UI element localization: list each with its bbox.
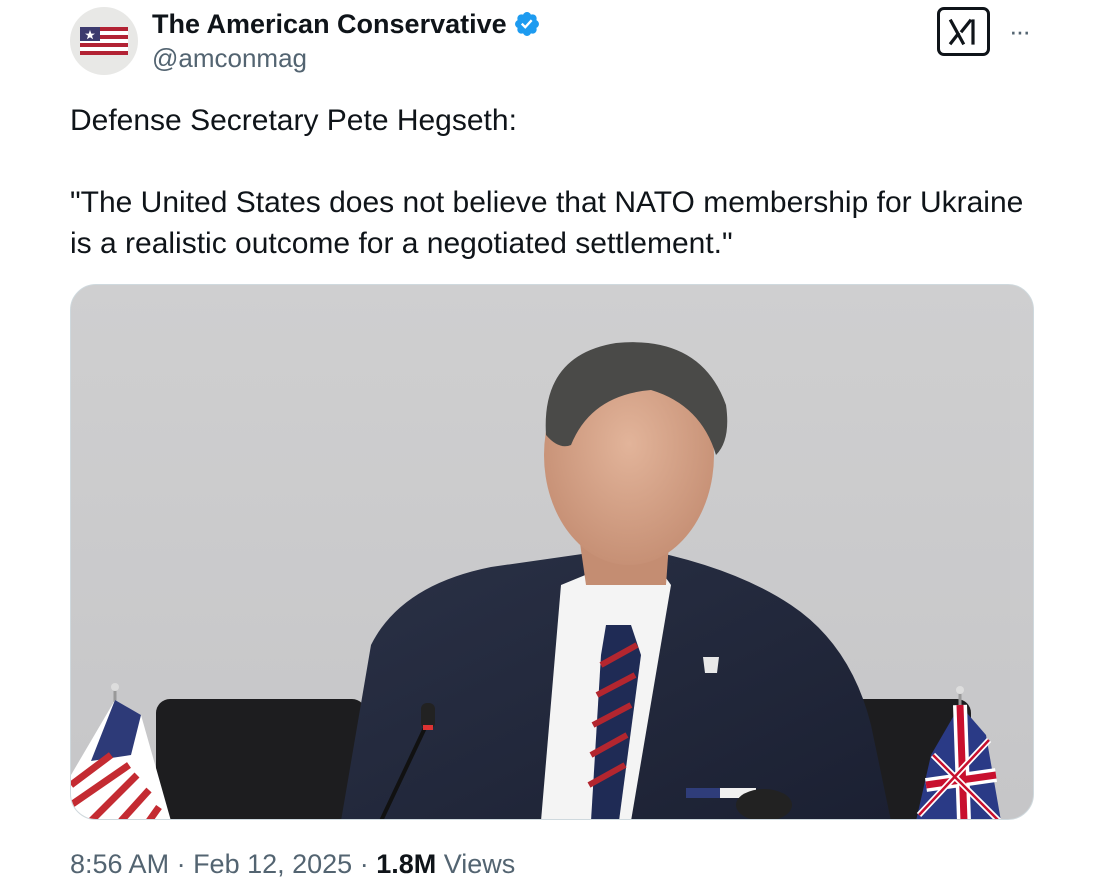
xai-grok-icon [948, 18, 975, 45]
american-flag-icon [80, 27, 128, 55]
author-name[interactable]: The American Conservative [152, 8, 541, 40]
tweet-date[interactable]: Feb 12, 2025 [193, 849, 352, 879]
meta-separator: · [352, 849, 377, 879]
meta-separator: · [169, 849, 194, 879]
views-label: Views [436, 849, 516, 879]
tweet-metadata: 8:56 AM · Feb 12, 2025 · 1.8M Views [70, 846, 515, 882]
tweet-card: The American Conservative @amconmag ··· … [0, 0, 1100, 884]
views-count: 1.8M [376, 849, 437, 879]
tweet-text-quote: "The United States does not believe that… [70, 186, 1024, 260]
press-conference-photo [71, 285, 1033, 819]
grok-button[interactable] [937, 7, 990, 56]
avatar[interactable] [70, 7, 138, 75]
tweet-media-photo[interactable] [70, 284, 1034, 820]
tweet-text-line-1: Defense Secretary Pete Hegseth: [70, 104, 517, 137]
more-options-button[interactable]: ··· [1002, 14, 1036, 48]
author-display-name[interactable]: The American Conservative [152, 8, 507, 40]
tweet-time[interactable]: 8:56 AM [70, 849, 169, 879]
author-handle[interactable]: @amconmag [152, 42, 307, 74]
verified-badge-icon [514, 12, 539, 36]
tweet-text: Defense Secretary Pete Hegseth: "The Uni… [70, 100, 1050, 264]
more-horizontal-icon: ··· [1009, 16, 1031, 46]
